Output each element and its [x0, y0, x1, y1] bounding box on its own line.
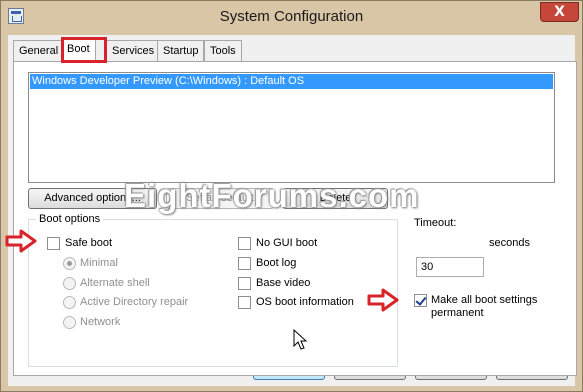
tab-general[interactable]: General: [13, 40, 65, 61]
os-boot-information-label[interactable]: OS boot information: [256, 296, 354, 308]
boot-log-label[interactable]: Boot log: [256, 257, 296, 269]
safe-boot-checkbox[interactable]: [47, 237, 60, 250]
timeout-input[interactable]: 30: [416, 257, 484, 277]
alternate-shell-label: Alternate shell: [80, 277, 150, 289]
mouse-cursor-icon: [293, 329, 308, 350]
no-gui-boot-label[interactable]: No GUI boot: [256, 237, 317, 249]
close-button[interactable]: X: [540, 2, 579, 22]
timeout-unit-label: seconds: [489, 237, 530, 249]
boot-tab-highlight-box: [61, 37, 107, 63]
window-title: System Configuration: [219, 8, 364, 25]
timeout-label: Timeout:: [414, 217, 457, 229]
os-boot-information-checkbox[interactable]: [238, 296, 251, 309]
system-configuration-window: System Configuration X General Boot Serv…: [0, 0, 583, 392]
tab-startup[interactable]: Startup: [157, 40, 205, 61]
make-permanent-checkbox[interactable]: [414, 294, 427, 307]
network-radio[interactable]: [63, 316, 76, 329]
safe-boot-label[interactable]: Safe boot: [65, 237, 112, 249]
tab-tools[interactable]: Tools: [204, 40, 242, 61]
active-directory-repair-radio[interactable]: [63, 296, 76, 309]
os-list[interactable]: Windows Developer Preview (C:\Windows) :…: [28, 72, 555, 183]
base-video-label[interactable]: Base video: [256, 277, 310, 289]
boot-log-checkbox[interactable]: [238, 257, 251, 270]
watermark: EightForums.com: [124, 177, 420, 214]
tab-services[interactable]: Services: [106, 40, 161, 61]
dialog-body: General Boot Services Startup Tools Wind…: [8, 35, 577, 386]
network-label: Network: [80, 316, 121, 328]
os-list-item[interactable]: Windows Developer Preview (C:\Windows) :…: [30, 74, 553, 89]
boot-options-label: Boot options: [36, 213, 104, 225]
minimal-label: Minimal: [80, 257, 118, 269]
alternate-shell-radio[interactable]: [63, 277, 76, 290]
arrow-permanent-icon: [367, 288, 399, 312]
active-directory-repair-label: Active Directory repair: [80, 296, 189, 308]
no-gui-boot-checkbox[interactable]: [238, 237, 251, 250]
title-bar[interactable]: System Configuration X: [1, 1, 582, 35]
base-video-checkbox[interactable]: [238, 277, 251, 290]
arrow-safe-boot-icon: [5, 229, 37, 253]
minimal-radio[interactable]: [63, 257, 76, 270]
make-permanent-label-line2[interactable]: permanent: [431, 307, 484, 319]
make-permanent-label-line1[interactable]: Make all boot settings: [431, 294, 537, 306]
